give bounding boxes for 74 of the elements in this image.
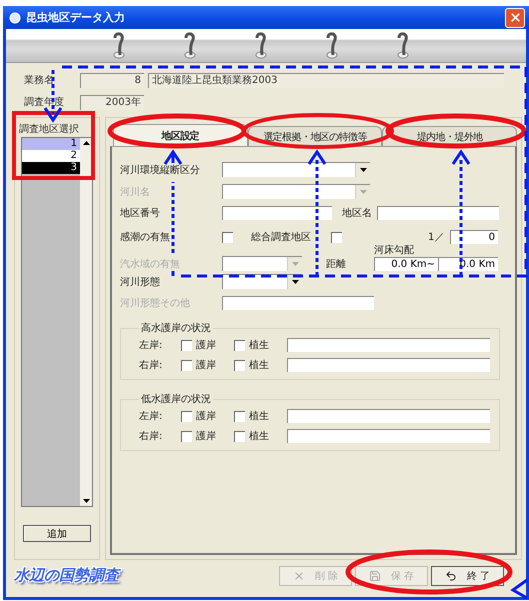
field-label: 距離 — [326, 258, 347, 271]
input-field[interactable] — [377, 206, 499, 220]
list-item[interactable]: 2 — [22, 150, 80, 162]
input-field[interactable] — [287, 358, 490, 372]
field-label: 左岸: — [139, 338, 164, 352]
page-field[interactable]: 0 — [450, 230, 498, 244]
field-label: 地区番号 — [120, 206, 161, 220]
field-label: 右岸: — [139, 358, 164, 372]
project-number-field: 8 — [80, 72, 144, 88]
page-label: 1／ — [428, 231, 446, 244]
logo: 水辺の国勢調査 — [14, 566, 122, 585]
checkbox[interactable] — [181, 410, 192, 422]
checkbox-label: 護岸 — [196, 410, 217, 423]
checkbox[interactable] — [234, 410, 245, 422]
checkbox-label: 護岸 — [196, 358, 217, 372]
input-field[interactable] — [287, 409, 490, 423]
checkbox[interactable] — [234, 340, 245, 350]
scrollbar[interactable] — [80, 138, 92, 506]
checkbox-label: 植生 — [249, 430, 270, 443]
field-label: 河川形態その他 — [120, 296, 191, 310]
input-field[interactable] — [222, 296, 374, 310]
checkbox[interactable] — [222, 232, 233, 242]
x-icon — [292, 570, 305, 582]
input-field[interactable]: 0.0 Km~ — [374, 257, 438, 271]
field-label: 河床勾配 — [374, 244, 415, 257]
field-label: 汽水域の有無 — [120, 258, 181, 271]
checkbox[interactable] — [234, 430, 245, 442]
list-item[interactable]: 1 — [22, 138, 80, 150]
close-icon — [508, 11, 522, 24]
group-title: 高水護岸の状況 — [140, 322, 212, 335]
action-button[interactable]: 終 了 — [431, 566, 504, 586]
checkbox[interactable] — [181, 340, 192, 350]
field-label: 業務名 — [24, 74, 55, 87]
caret-icon — [292, 280, 298, 284]
field-label: 河川環境縦断区分 — [120, 164, 201, 176]
group-title: 低水護岸の状況 — [140, 392, 212, 406]
binder-ring-icon — [253, 32, 269, 60]
dropdown[interactable] — [222, 162, 370, 177]
field-label: 左岸: — [139, 410, 164, 423]
field-label: 総合調査地区 — [251, 230, 312, 244]
checkbox-label: 護岸 — [196, 338, 217, 352]
app-icon — [9, 12, 21, 24]
binder-ring-icon — [111, 32, 127, 60]
binder-ring-icon — [395, 32, 411, 60]
checkbox[interactable] — [181, 430, 192, 442]
binder-ring-icon — [324, 32, 340, 60]
caret-icon — [360, 190, 366, 194]
input-field[interactable] — [222, 206, 332, 220]
checkbox[interactable] — [181, 360, 192, 370]
checkbox-label: 植生 — [249, 410, 270, 423]
year-field: 2003年 — [80, 94, 144, 110]
input-field[interactable] — [287, 338, 490, 352]
field-label: 右岸: — [139, 430, 164, 443]
panel-label: 調査地区選択 — [19, 122, 79, 135]
field-label: 河川形態 — [120, 276, 161, 288]
return-arrow-icon — [444, 570, 457, 582]
add-button[interactable]: 追加 — [23, 525, 91, 542]
checkbox-label: 植生 — [249, 338, 270, 352]
binder-ring-icon — [182, 32, 198, 60]
field-label: 地区名 — [342, 206, 373, 220]
caret-icon — [292, 262, 298, 266]
project-name-field: 北海道陸上昆虫類業務2003 — [148, 72, 504, 88]
list-item[interactable]: 3 — [22, 162, 80, 174]
checkbox[interactable] — [234, 360, 245, 370]
input-field[interactable] — [287, 429, 490, 443]
checkbox-label: 植生 — [249, 358, 270, 372]
annotation-arrow — [44, 70, 62, 123]
close-button[interactable] — [505, 8, 525, 28]
field-label: 河川名 — [120, 186, 151, 198]
caret-icon — [360, 168, 366, 172]
checkbox-label: 護岸 — [196, 430, 217, 443]
field-label: 感潮の有無 — [120, 230, 171, 244]
checkbox[interactable] — [331, 232, 342, 242]
window-title: 昆虫地区データ入力 — [26, 10, 126, 25]
